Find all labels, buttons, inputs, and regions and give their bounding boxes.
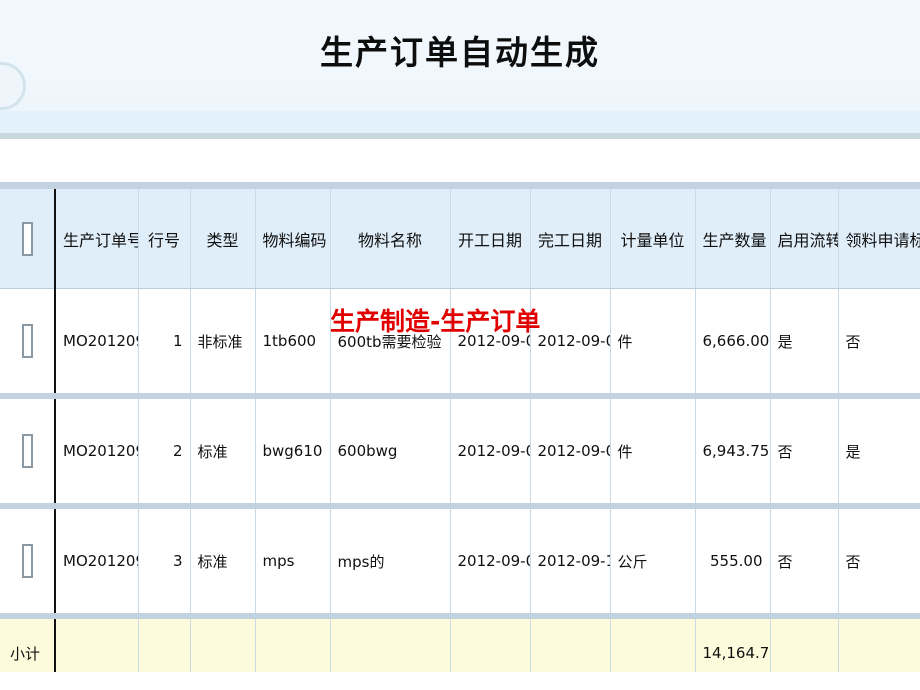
cell-type: 非标准	[190, 288, 256, 399]
table-row[interactable]: MO2012091… 2 标准 bwg610 600bwg 2012-09-04…	[0, 396, 920, 509]
cell-start-date: 2012-09-04	[450, 396, 531, 509]
cell-requisition-flag: 是	[838, 396, 920, 509]
cell-material-code: 1tb600	[255, 288, 331, 399]
subtotal-blank-line-no	[138, 616, 191, 672]
cell-start-date: 2012-09-05	[450, 288, 531, 399]
cell-material-code: mps	[255, 506, 331, 619]
cell-unit: 件	[610, 288, 696, 399]
cell-quantity: 555.00	[695, 506, 771, 619]
column-header-routing-card[interactable]: 启用流转卡	[770, 189, 839, 289]
cell-order-no: MO2012091…	[55, 288, 139, 399]
subtotal-blank-unit	[610, 616, 696, 672]
production-order-table: 生产订单号 行号 类型 物料编码 物料名称 开工日期 完工日期 计量单位 生产数…	[0, 189, 920, 672]
cell-unit: 公斤	[610, 506, 696, 619]
cell-line-no: 3	[138, 506, 191, 619]
cell-routing-card: 是	[770, 288, 839, 399]
column-header-line-no[interactable]: 行号	[138, 189, 191, 289]
row-checkbox[interactable]	[21, 324, 33, 358]
cell-quantity: 6,666.00	[695, 288, 771, 399]
cell-routing-card: 否	[770, 396, 839, 509]
cell-start-date: 2012-09-07	[450, 506, 531, 619]
column-header-material-code[interactable]: 物料编码	[255, 189, 331, 289]
column-header-finish-date[interactable]: 完工日期	[530, 189, 611, 289]
subtotal-label: 小计	[0, 616, 56, 672]
cell-finish-date: 2012-09-05	[530, 396, 611, 509]
page-banner-lower-band	[0, 111, 920, 133]
cell-finish-date: 2012-09-12	[530, 506, 611, 619]
row-select-cell[interactable]	[0, 506, 56, 619]
toolbar-gap	[0, 139, 920, 182]
cell-line-no: 2	[138, 396, 191, 509]
cell-line-no: 1	[138, 288, 191, 399]
column-header-material-name[interactable]: 物料名称	[330, 189, 451, 289]
column-header-requisition-flag[interactable]: 领料申请标识	[838, 189, 920, 289]
subtotal-blank-start-date	[450, 616, 531, 672]
cell-routing-card: 否	[770, 506, 839, 619]
table-row[interactable]: MO2012091… 3 标准 mps mps的 2012-09-07 2012…	[0, 506, 920, 619]
cell-material-name: 600tb需要检验	[330, 288, 451, 399]
cell-unit: 件	[610, 396, 696, 509]
grid-top-border	[0, 182, 920, 189]
bottom-strip	[0, 672, 920, 690]
row-checkbox[interactable]	[21, 544, 33, 578]
column-header-quantity[interactable]: 生产数量	[695, 189, 771, 289]
table-row[interactable]: MO2012091… 1 非标准 1tb600 600tb需要检验 2012-0…	[0, 288, 920, 399]
cell-material-name: 600bwg	[330, 396, 451, 509]
subtotal-blank-type	[190, 616, 256, 672]
select-all-checkbox[interactable]	[21, 221, 33, 256]
subtotal-blank-material-code	[255, 616, 331, 672]
subtotal-blank-requisition-flag	[838, 616, 920, 672]
row-select-cell[interactable]	[0, 288, 56, 399]
row-checkbox[interactable]	[21, 434, 33, 468]
column-header-type[interactable]: 类型	[190, 189, 256, 289]
subtotal-blank-routing-card	[770, 616, 839, 672]
cell-finish-date: 2012-09-07	[530, 288, 611, 399]
cell-material-code: bwg610	[255, 396, 331, 509]
cell-material-name: mps的	[330, 506, 451, 619]
subtotal-blank-material-name	[330, 616, 451, 672]
page-title: 生产订单自动生成	[320, 33, 600, 72]
cell-type: 标准	[190, 396, 256, 509]
table-body: MO2012091… 1 非标准 1tb600 600tb需要检验 2012-0…	[0, 288, 920, 672]
cell-type: 标准	[190, 506, 256, 619]
header-row: 生产订单号 行号 类型 物料编码 物料名称 开工日期 完工日期 计量单位 生产数…	[0, 189, 920, 289]
cell-order-no: MO2012091…	[55, 396, 139, 509]
subtotal-row: 小计 14,164.75	[0, 616, 920, 672]
cell-order-no: MO2012091…	[55, 506, 139, 619]
column-header-start-date[interactable]: 开工日期	[450, 189, 531, 289]
table-header: 生产订单号 行号 类型 物料编码 物料名称 开工日期 完工日期 计量单位 生产数…	[0, 189, 920, 289]
subtotal-blank-finish-date	[530, 616, 611, 672]
subtotal-blank-order-no	[55, 616, 139, 672]
subtotal-quantity: 14,164.75	[695, 616, 771, 672]
column-header-unit[interactable]: 计量单位	[610, 189, 696, 289]
select-all-header[interactable]	[0, 189, 56, 289]
cell-quantity: 6,943.75	[695, 396, 771, 509]
cell-requisition-flag: 否	[838, 288, 920, 399]
row-select-cell[interactable]	[0, 396, 56, 509]
production-order-grid: 生产订单号 行号 类型 物料编码 物料名称 开工日期 完工日期 计量单位 生产数…	[0, 182, 920, 672]
column-header-order-no[interactable]: 生产订单号	[55, 189, 139, 289]
cell-requisition-flag: 否	[838, 506, 920, 619]
